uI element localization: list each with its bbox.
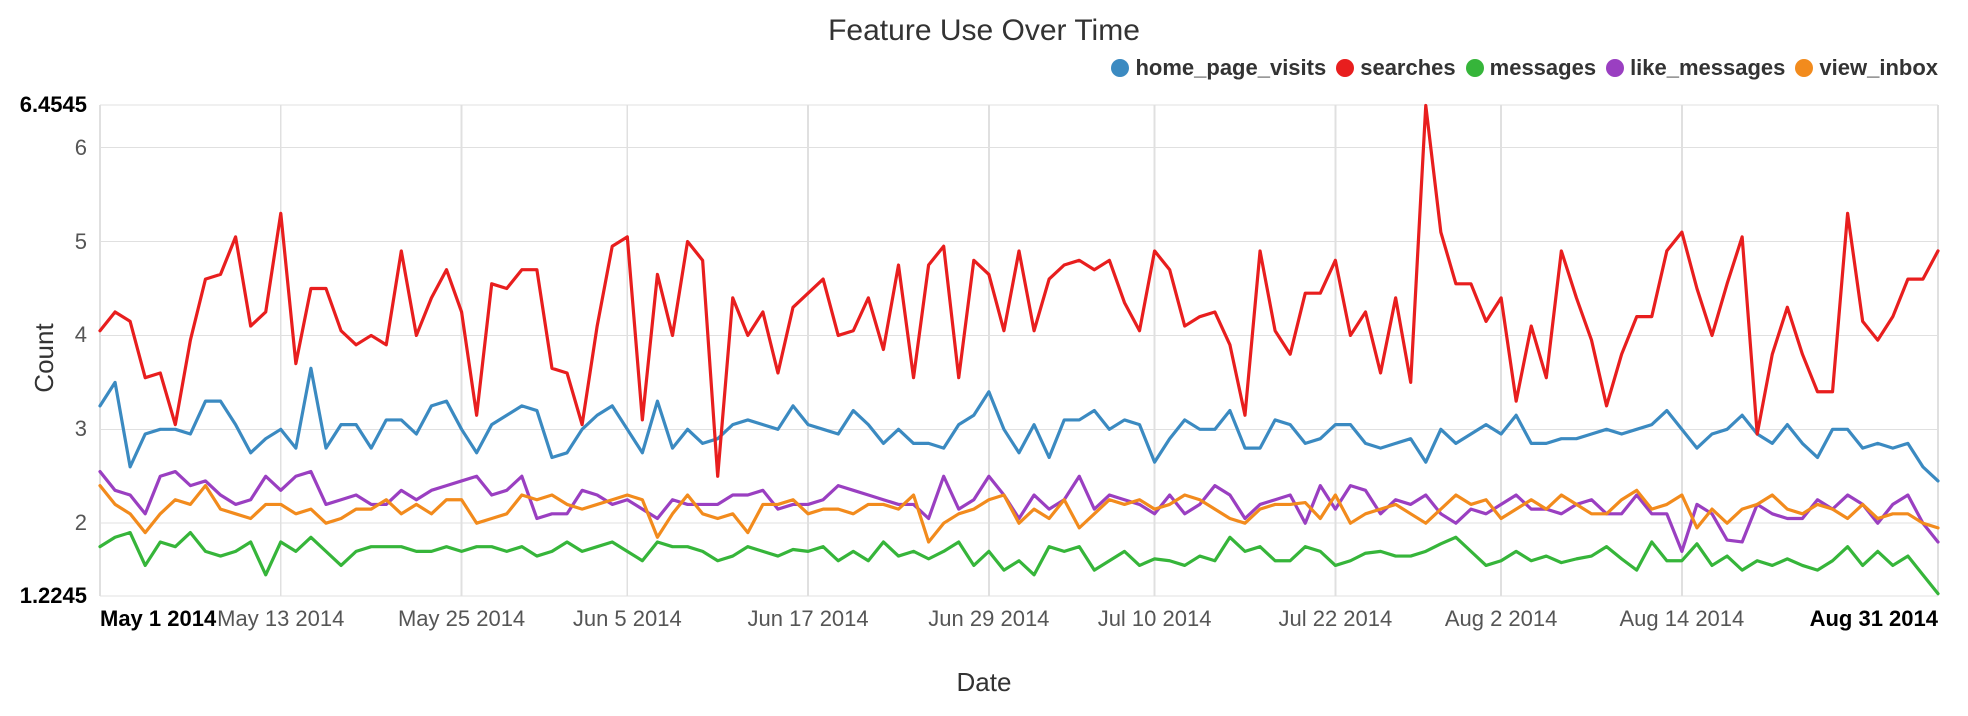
y-tick-label: 3: [75, 416, 87, 442]
legend-swatch-icon: [1795, 59, 1813, 77]
legend-item-like_messages[interactable]: like_messages: [1606, 55, 1785, 81]
y-tick-label: 6: [75, 135, 87, 161]
chart-container: Feature Use Over Time home_page_visits se…: [0, 0, 1968, 716]
x-axis-ticks: May 1 2014 Aug 31 2014 May 13 2014 May 25 2…: [100, 606, 1938, 636]
x-max-label: Aug 31 2014: [1810, 606, 1938, 632]
y-tick-label: 4: [75, 322, 87, 348]
series-messages[interactable]: [100, 533, 1938, 594]
x-tick-label: Jun 17 2014: [748, 606, 869, 632]
legend-label: view_inbox: [1819, 55, 1938, 81]
y-tick-label: 2: [75, 510, 87, 536]
legend-label: like_messages: [1630, 55, 1785, 81]
x-tick-label: Jul 22 2014: [1278, 606, 1392, 632]
legend-swatch-icon: [1336, 59, 1354, 77]
x-axis-label: Date: [0, 667, 1968, 698]
chart-legend: home_page_visits searches messages like_mes…: [0, 55, 1938, 83]
series-home_page_visits[interactable]: [100, 368, 1938, 481]
x-tick-label: Aug 2 2014: [1445, 606, 1558, 632]
x-tick-label: Jul 10 2014: [1098, 606, 1212, 632]
plot-area[interactable]: [100, 105, 1938, 596]
legend-item-messages[interactable]: messages: [1466, 55, 1596, 81]
legend-item-view_inbox[interactable]: view_inbox: [1795, 55, 1938, 81]
x-tick-label: Jun 29 2014: [928, 606, 1049, 632]
legend-label: home_page_visits: [1135, 55, 1326, 81]
legend-swatch-icon: [1606, 59, 1624, 77]
x-min-label: May 1 2014: [100, 606, 216, 632]
y-axis-ticks: 6.45451.224523456: [0, 105, 95, 596]
series-searches[interactable]: [100, 105, 1938, 476]
x-tick-label: Jun 5 2014: [573, 606, 682, 632]
x-tick-label: May 13 2014: [217, 606, 344, 632]
chart-title: Feature Use Over Time: [0, 14, 1968, 48]
legend-swatch-icon: [1466, 59, 1484, 77]
y-max-label: 6.4545: [20, 92, 87, 118]
legend-swatch-icon: [1111, 59, 1129, 77]
legend-item-searches[interactable]: searches: [1336, 55, 1455, 81]
legend-label: messages: [1490, 55, 1596, 81]
x-tick-label: May 25 2014: [398, 606, 525, 632]
x-tick-label: Aug 14 2014: [1619, 606, 1744, 632]
legend-label: searches: [1360, 55, 1455, 81]
legend-item-home_page_visits[interactable]: home_page_visits: [1111, 55, 1326, 81]
series-like_messages[interactable]: [100, 472, 1938, 552]
y-tick-label: 5: [75, 229, 87, 255]
y-min-label: 1.2245: [20, 583, 87, 609]
